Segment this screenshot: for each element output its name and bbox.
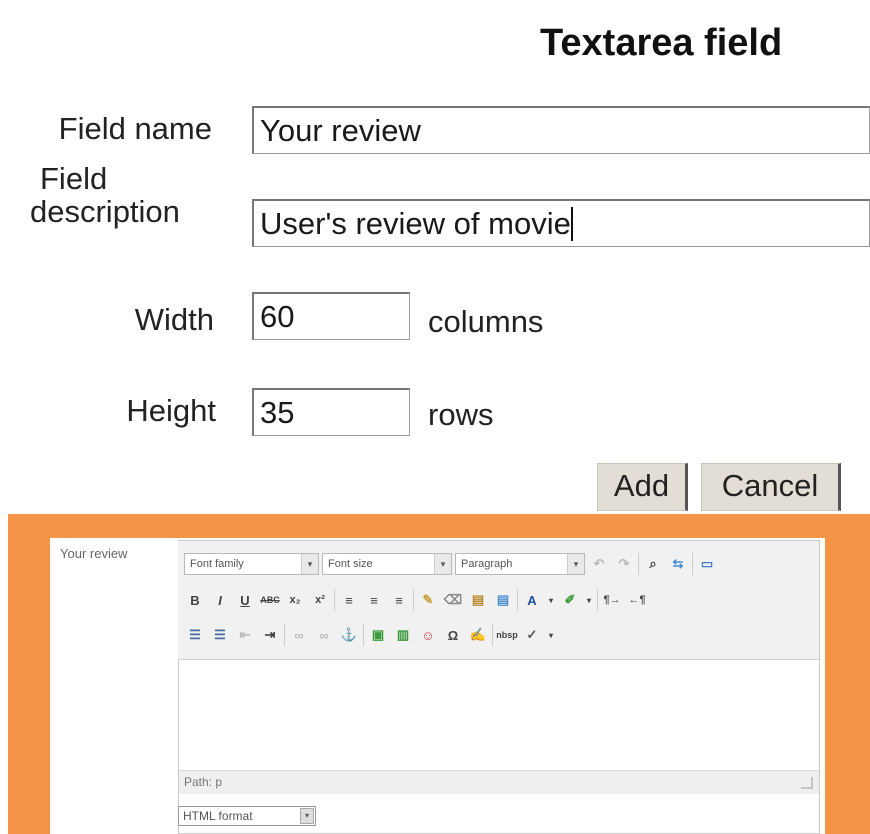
field-description-value: User's review of movie (260, 206, 571, 241)
toolbar-row-2: B I U ABC x₂ x² ≡ ≡ ≡ ✎ ⌫ ▤ ▤ A ▾ ✐ ▾ ¶→… (184, 585, 648, 615)
align-left-icon[interactable]: ≡ (338, 589, 360, 611)
nonbreaking-space-icon[interactable]: nbsp (496, 624, 518, 646)
rtl-icon[interactable]: ←¶ (626, 589, 648, 611)
spellcheck-icon[interactable]: ✓ (521, 624, 543, 646)
height-label: Height (126, 393, 216, 428)
field-description-label: Field description (30, 161, 212, 229)
chevron-down-icon: ▾ (567, 554, 584, 574)
toolbar-row-3: ☰ ☰ ⇤ ⇥ ∞ ∞ ⚓ ▣ ▥ ☺ Ω ✍ nbsp ✓ ▾ (184, 620, 556, 650)
subscript-icon[interactable]: x₂ (284, 589, 306, 611)
indent-icon[interactable]: ⇥ (259, 624, 281, 646)
toolbar-separator (413, 589, 414, 611)
italic-icon[interactable]: I (209, 589, 231, 611)
ltr-icon[interactable]: ¶→ (601, 589, 623, 611)
paragraph-label: Paragraph (461, 558, 513, 570)
text-color-icon[interactable]: A (521, 589, 543, 611)
chevron-down-icon: ▾ (300, 808, 314, 824)
toolbar-separator (517, 589, 518, 611)
link-icon[interactable]: ∞ (288, 624, 310, 646)
chevron-down-icon[interactable]: ▾ (584, 589, 594, 611)
field-name-label: Field name (58, 111, 212, 146)
toolbar-separator (334, 589, 335, 611)
preview-field-label: Your review (60, 546, 128, 561)
chevron-down-icon[interactable]: ▾ (546, 624, 556, 646)
unlink-icon[interactable]: ∞ (313, 624, 335, 646)
numbered-list-icon[interactable]: ☰ (209, 624, 231, 646)
special-char-icon[interactable]: Ω (442, 624, 464, 646)
toolbar-separator (597, 589, 598, 611)
chevron-down-icon: ▾ (301, 554, 318, 574)
toolbar-separator (638, 553, 639, 575)
format-label: HTML format (183, 809, 253, 823)
redo-icon[interactable]: ↷ (613, 553, 635, 575)
toolbar-separator (492, 624, 493, 646)
media-icon[interactable]: ▥ (392, 624, 414, 646)
path-text: Path: p (184, 775, 223, 789)
bold-icon[interactable]: B (184, 589, 206, 611)
superscript-icon[interactable]: x² (309, 589, 331, 611)
height-value: 35 (260, 395, 295, 430)
field-description-input[interactable]: User's review of movie (252, 199, 870, 247)
find-icon[interactable]: ⌕ (642, 553, 664, 575)
width-label: Width (134, 302, 214, 337)
toolbar-separator (284, 624, 285, 646)
toolbar-separator (692, 553, 693, 575)
font-family-label: Font family (190, 558, 244, 570)
align-right-icon[interactable]: ≡ (388, 589, 410, 611)
paste-text-icon[interactable]: ▤ (467, 589, 489, 611)
paragraph-select[interactable]: Paragraph ▾ (455, 553, 585, 575)
outdent-icon[interactable]: ⇤ (234, 624, 256, 646)
page-title: Textarea field (540, 22, 783, 64)
paste-word-icon[interactable]: ▤ (492, 589, 514, 611)
underline-icon[interactable]: U (234, 589, 256, 611)
height-unit: rows (428, 397, 494, 432)
chevron-down-icon: ▾ (434, 554, 451, 574)
bullet-list-icon[interactable]: ☰ (184, 624, 206, 646)
toolbar-row-1: Font family ▾ Font size ▾ Paragraph ▾ ↶ … (184, 549, 718, 579)
toolbar-separator (363, 624, 364, 646)
font-size-select[interactable]: Font size ▾ (322, 553, 452, 575)
field-name-input[interactable]: Your review (252, 106, 870, 154)
text-cursor (570, 207, 573, 241)
font-family-select[interactable]: Font family ▾ (184, 553, 319, 575)
field-description-label-line2: description (30, 193, 180, 229)
field-description-label-line1: Field (40, 161, 108, 196)
width-unit: columns (428, 304, 544, 339)
cleanup-icon[interactable]: ✎ (417, 589, 439, 611)
field-name-value: Your review (260, 113, 421, 148)
font-size-label: Font size (328, 558, 373, 570)
strikethrough-icon[interactable]: ABC (259, 589, 281, 611)
cancel-button[interactable]: Cancel (701, 463, 841, 511)
eraser-icon[interactable]: ⌫ (442, 589, 464, 611)
undo-icon[interactable]: ↶ (588, 553, 610, 575)
replace-icon[interactable]: ⇆ (667, 553, 689, 575)
align-center-icon[interactable]: ≡ (363, 589, 385, 611)
format-select[interactable]: HTML format ▾ (178, 806, 316, 826)
image-icon[interactable]: ▣ (367, 624, 389, 646)
add-button[interactable]: Add (597, 463, 688, 511)
width-input[interactable]: 60 (252, 292, 410, 340)
background-color-icon[interactable]: ✐ (559, 589, 581, 611)
edit-html-icon[interactable]: ✍ (467, 624, 489, 646)
resize-grip-icon[interactable] (801, 777, 813, 789)
editor-path-bar: Path: p (179, 770, 819, 794)
editor-content-area[interactable] (179, 660, 819, 770)
emoticon-icon[interactable]: ☺ (417, 624, 439, 646)
anchor-icon[interactable]: ⚓ (338, 624, 360, 646)
height-input[interactable]: 35 (252, 388, 410, 436)
chevron-down-icon[interactable]: ▾ (546, 589, 556, 611)
width-value: 60 (260, 299, 295, 334)
fullscreen-icon[interactable]: ▭ (696, 553, 718, 575)
